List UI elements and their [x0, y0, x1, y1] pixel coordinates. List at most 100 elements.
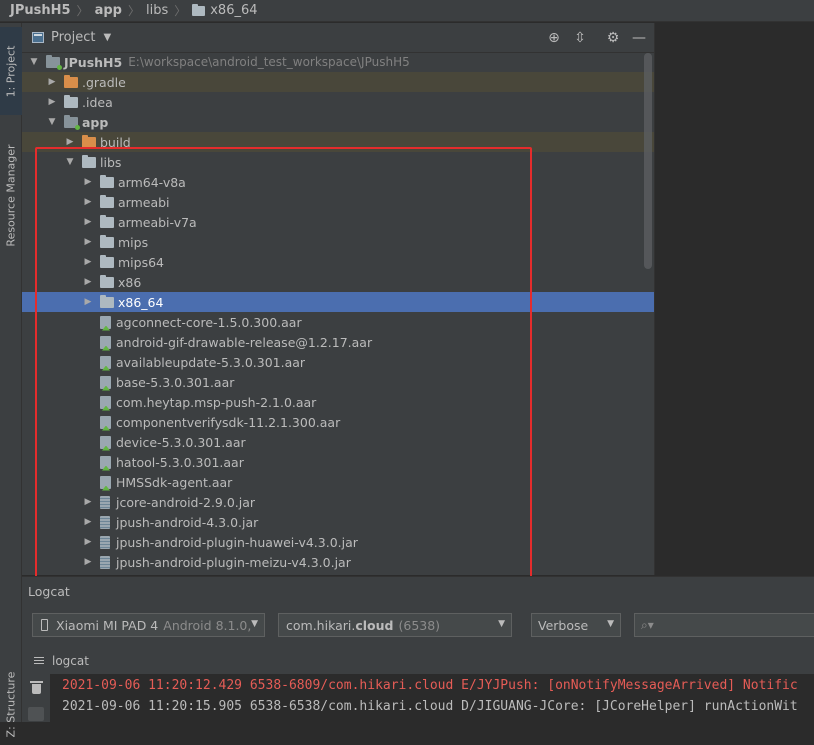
breadcrumb-item-app[interactable]: app: [95, 3, 122, 18]
project-view-selector[interactable]: Project: [51, 30, 95, 45]
expand-arrow-right-icon[interactable]: ▶: [46, 97, 58, 107]
tree-row[interactable]: ▶hatool-5.3.0.301.aar: [22, 452, 654, 472]
expand-arrow-down-icon[interactable]: ▼: [64, 157, 76, 167]
tree-row-label: hatool-5.3.0.301.aar: [116, 454, 244, 470]
tree-row[interactable]: ▶componentverifysdk-11.2.1.300.aar: [22, 412, 654, 432]
aar-icon: [100, 315, 111, 329]
expand-arrow-down-icon[interactable]: ▼: [46, 117, 58, 127]
tree-row[interactable]: ▶ armeabi-v7a: [22, 212, 654, 232]
tree-row[interactable]: ▶ .gradle: [22, 72, 654, 92]
excluded-folder-icon: [64, 74, 78, 88]
logcat-output[interactable]: 2021-09-06 11:20:12.429 6538-6809/com.hi…: [50, 674, 814, 722]
tree-row[interactable]: ▶ jpush-android-4.3.0.jar: [22, 512, 654, 532]
expand-arrow-down-icon[interactable]: ▼: [28, 57, 40, 67]
tree-row[interactable]: ▶ x86_64: [22, 292, 654, 312]
expand-arrow-right-icon[interactable]: ▶: [82, 217, 94, 227]
folder-icon: [100, 174, 114, 188]
collapse-all-icon[interactable]: ⇳: [572, 30, 588, 46]
tree-row[interactable]: ▶HMSSdk-agent.aar: [22, 472, 654, 492]
folder-icon: [100, 194, 114, 208]
tool-tab-project-label: 1: Project: [4, 45, 18, 97]
tree-row[interactable]: ▶ mips: [22, 232, 654, 252]
breadcrumb-item-x86-64[interactable]: x86_64: [210, 3, 257, 18]
expand-arrow-right-icon[interactable]: ▶: [82, 517, 94, 527]
folder-icon: [64, 94, 78, 108]
tree-row[interactable]: ▶ arm64-v8a: [22, 172, 654, 192]
expand-arrow-right-icon[interactable]: ▶: [82, 237, 94, 247]
tree-row[interactable]: ▶ armeabi: [22, 192, 654, 212]
jar-icon: [100, 535, 110, 549]
gear-icon[interactable]: ⚙: [605, 30, 621, 46]
tool-tab-structure[interactable]: Z: Structure: [0, 663, 22, 745]
tree-row[interactable]: ▶ build: [22, 132, 654, 152]
tree-row[interactable]: ▶ x86: [22, 272, 654, 292]
tree-row[interactable]: ▶ jcore-android-2.9.0.jar: [22, 492, 654, 512]
expand-arrow-right-icon[interactable]: ▶: [82, 297, 94, 307]
folder-icon: [192, 3, 206, 16]
breadcrumb-separator-icon: 〉: [174, 4, 187, 18]
log-level-selector[interactable]: Verbose ▼: [531, 613, 621, 637]
expand-arrow-right-icon[interactable]: ▶: [82, 497, 94, 507]
tree-row-label: x86: [118, 274, 142, 290]
hide-panel-icon[interactable]: —: [631, 30, 647, 46]
tree-row-label: com.heytap.msp-push-2.1.0.aar: [116, 394, 317, 410]
expand-arrow-right-icon[interactable]: ▶: [64, 137, 76, 147]
expand-arrow-right-icon[interactable]: ▶: [46, 77, 58, 87]
tree-scrollbar[interactable]: [644, 53, 652, 269]
folder-icon: [100, 274, 114, 288]
tree-row-label: componentverifysdk-11.2.1.300.aar: [116, 414, 341, 430]
tree-row[interactable]: ▶availableupdate-5.3.0.301.aar: [22, 352, 654, 372]
expand-arrow-right-icon[interactable]: ▶: [82, 177, 94, 187]
expand-arrow-right-icon[interactable]: ▶: [82, 557, 94, 567]
process-selector[interactable]: com.hikari. cloud (6538) ▼: [278, 613, 512, 637]
tree-row[interactable]: ▶ jpush-android-plugin-meizu-v4.3.0.jar: [22, 552, 654, 572]
logcat-search-input[interactable]: ⌕▾: [634, 613, 814, 637]
tree-row[interactable]: ▶ mips64: [22, 252, 654, 272]
tree-row-label: jpush-android-4.3.0.jar: [116, 514, 259, 530]
tree-row[interactable]: ▶ .idea: [22, 92, 654, 112]
tool-tab-resource-manager[interactable]: Resource Manager: [0, 135, 22, 255]
log-line: 2021-09-06 11:20:15.905 6538-6538/com.hi…: [62, 699, 798, 714]
aar-icon: [100, 375, 111, 389]
process-pid: (6538): [398, 617, 441, 633]
tree-row[interactable]: ▶android-gif-drawable-release@1.2.17.aar: [22, 332, 654, 352]
project-tree: ▼ JPushH5 E:\workspace\android_test_worksp…: [22, 53, 654, 575]
expand-arrow-right-icon[interactable]: ▶: [82, 257, 94, 267]
device-selector[interactable]: Xiaomi MI PAD 4 Android 8.1.0, ▼: [32, 613, 265, 637]
breadcrumb-item-libs[interactable]: libs: [146, 3, 168, 18]
tree-row[interactable]: ▼ JPushH5 E:\workspace\android_test_worksp…: [22, 53, 654, 72]
tree-row-label: jpush-android-plugin-huawei-v4.3.0.jar: [116, 534, 358, 550]
jar-icon: [100, 515, 110, 529]
tab-logcat[interactable]: logcat: [52, 654, 89, 668]
expand-arrow-right-icon[interactable]: ▶: [82, 537, 94, 547]
lines-icon: [34, 656, 44, 665]
tool-tab-project[interactable]: 1: Project: [0, 27, 22, 115]
expand-arrow-right-icon[interactable]: ▶: [82, 197, 94, 207]
module-folder-icon: [46, 54, 62, 70]
locate-target-icon[interactable]: ⊕: [546, 30, 562, 46]
chevron-down-icon[interactable]: ▼: [103, 32, 111, 43]
tree-row-label: mips: [118, 234, 149, 250]
project-view-icon: [32, 32, 44, 43]
logcat-panel-header: Logcat: [22, 576, 814, 605]
jar-icon: [100, 495, 110, 509]
excluded-folder-icon: [82, 134, 96, 148]
trash-icon[interactable]: [30, 681, 43, 694]
expand-arrow-right-icon[interactable]: ▶: [82, 277, 94, 287]
jar-icon: [100, 555, 110, 569]
tree-row[interactable]: ▼ libs: [22, 152, 654, 172]
breadcrumb-item-project[interactable]: JPushH5: [10, 3, 71, 18]
tree-row[interactable]: ▼ app: [22, 112, 654, 132]
tree-row[interactable]: ▶agconnect-core-1.5.0.300.aar: [22, 312, 654, 332]
tree-row-label: libs: [100, 154, 122, 170]
tree-row-label: base-5.3.0.301.aar: [116, 374, 235, 390]
tree-row[interactable]: ▶ jpush-android-plugin-huawei-v4.3.0.jar: [22, 532, 654, 552]
tree-row[interactable]: ▶com.heytap.msp-push-2.1.0.aar: [22, 392, 654, 412]
tree-row-label: agconnect-core-1.5.0.300.aar: [116, 314, 302, 330]
tree-row-label: build: [100, 134, 131, 150]
scroll-to-end-icon[interactable]: [28, 707, 44, 721]
tree-row-label: app: [82, 114, 109, 130]
tree-row[interactable]: ▶device-5.3.0.301.aar: [22, 432, 654, 452]
tree-row-label: armeabi: [118, 194, 170, 210]
tree-row[interactable]: ▶base-5.3.0.301.aar: [22, 372, 654, 392]
